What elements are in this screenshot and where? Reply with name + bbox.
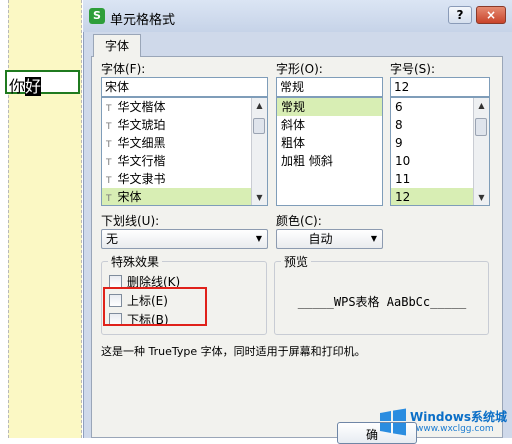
size-list[interactable]: 6 8 9 10 11 12 ▲ ▼ [390, 97, 490, 206]
annotation-highlight [103, 287, 207, 326]
color-select[interactable]: 自动 ▼ [276, 229, 383, 249]
scroll-down-icon[interactable]: ▼ [252, 190, 267, 205]
font-list-item[interactable]: T 华文细黑 [102, 134, 267, 152]
font-item-label: 华文楷体 [117, 100, 166, 114]
size-item-label: 11 [395, 172, 411, 186]
size-label: 字号(S): [390, 62, 436, 76]
font-item-label: 宋体 [117, 190, 142, 204]
dialog-title: 单元格格式 [110, 13, 176, 28]
row-gutter [0, 0, 8, 438]
style-list-item[interactable]: 粗体 [277, 134, 382, 152]
scroll-thumb[interactable] [475, 118, 487, 136]
underline-select[interactable]: 无 ▼ [101, 229, 268, 249]
font-list-item[interactable]: T 华文琥珀 [102, 116, 267, 134]
style-list-item[interactable]: 常规 [277, 98, 382, 116]
font-label: 字体(F): [101, 62, 146, 76]
dropdown-arrow-icon: ▼ [370, 234, 377, 243]
size-item-label: 8 [395, 118, 403, 132]
preview-sample: _____WPS表格 AaBbCc_____ [297, 295, 467, 309]
size-item-label: 6 [395, 100, 403, 114]
underline-label: 下划线(U): [101, 214, 160, 228]
spreadsheet-background [0, 0, 82, 438]
font-list-item[interactable]: T 华文行楷 [102, 152, 267, 170]
font-item-label: 华文细黑 [117, 136, 166, 150]
font-item-label: 华文隶书 [117, 172, 166, 186]
style-list[interactable]: 常规斜体粗体加粗 倾斜 [276, 97, 383, 206]
close-button[interactable]: × [476, 6, 506, 24]
scroll-up-icon[interactable]: ▲ [474, 98, 489, 113]
font-item-label: 华文琥珀 [117, 118, 166, 132]
column-gridline [81, 0, 82, 438]
cell-text: 你好 [9, 73, 42, 97]
cell-text-selected: 好 [25, 77, 42, 96]
style-list-item[interactable]: 加粗 倾斜 [277, 152, 382, 170]
font-type-icon: T [106, 194, 112, 204]
underline-value: 无 [106, 232, 119, 246]
scroll-up-icon[interactable]: ▲ [252, 98, 267, 113]
font-note: 这是一种 TrueType 字体，同时适用于屏幕和打印机。 [101, 345, 366, 358]
help-button[interactable]: ? [448, 6, 472, 24]
cell-text-plain: 你 [9, 77, 26, 96]
watermark-title: Windows系统城 [410, 410, 507, 424]
font-list-item[interactable]: T 华文隶书 [102, 170, 267, 188]
font-type-icon: T [106, 158, 112, 168]
color-label: 颜色(C): [276, 214, 322, 228]
font-type-icon: T [106, 122, 112, 132]
style-item-label: 粗体 [281, 136, 306, 150]
windows-logo-icon [380, 408, 406, 436]
font-input[interactable]: 宋体 [101, 77, 268, 97]
size-item-label: 9 [395, 136, 403, 150]
size-item-label: 10 [395, 154, 411, 168]
scroll-thumb[interactable] [253, 118, 265, 134]
style-label: 字形(O): [276, 62, 323, 76]
color-value: 自动 [308, 232, 333, 246]
size-list-scrollbar[interactable]: ▲ ▼ [473, 98, 489, 205]
style-item-label: 斜体 [281, 118, 306, 132]
font-item-label: 华文行楷 [117, 154, 166, 168]
font-type-icon: T [106, 176, 112, 186]
font-type-icon: T [106, 104, 112, 114]
wps-app-icon: S [89, 8, 105, 24]
scroll-down-icon[interactable]: ▼ [474, 190, 489, 205]
watermark-url: www.wxclgg.com [416, 424, 494, 434]
watermark: Windows系统城 www.wxclgg.com [376, 405, 512, 438]
style-item-label: 常规 [281, 100, 306, 114]
style-input[interactable]: 常规 [276, 77, 383, 97]
style-list-item[interactable]: 斜体 [277, 116, 382, 134]
preview-title: 预览 [281, 253, 312, 270]
font-list[interactable]: T 华文楷体 T 华文琥珀 T 华文细黑 T 华文行楷 T 华文隶书 T 宋体 ▲ ▼ [101, 97, 268, 206]
font-list-scrollbar[interactable]: ▲ ▼ [251, 98, 267, 205]
font-list-item[interactable]: T 华文楷体 [102, 98, 267, 116]
column-gridline [8, 0, 9, 438]
size-item-label: 12 [395, 190, 411, 204]
tab-font[interactable]: 字体 [93, 34, 141, 57]
size-input[interactable]: 12 [390, 77, 490, 97]
dropdown-arrow-icon: ▼ [255, 234, 262, 243]
font-type-icon: T [106, 140, 112, 150]
style-item-label: 加粗 倾斜 [281, 154, 333, 168]
effects-title: 特殊效果 [108, 253, 163, 270]
font-list-item[interactable]: T 宋体 [102, 188, 267, 205]
